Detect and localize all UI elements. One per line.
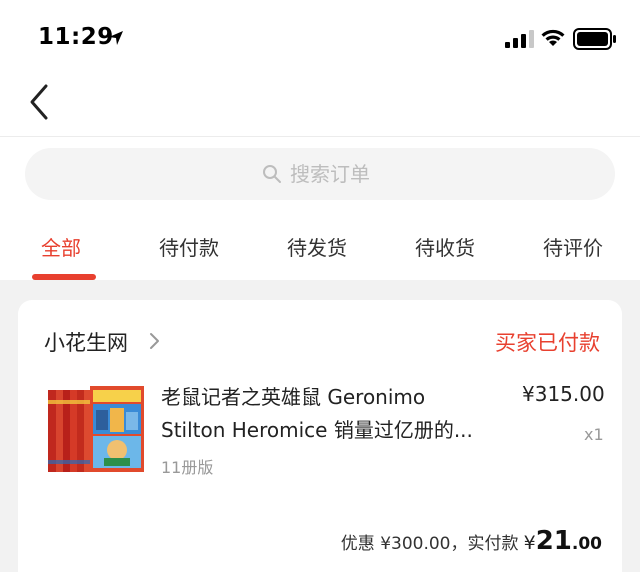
product-title-line-2: Stilton Heromice 销量过亿册的... — [161, 418, 473, 442]
tab-pending-receipt[interactable]: 待收货 — [415, 232, 475, 261]
order-status: 买家已付款 — [495, 331, 600, 355]
product-title-line-1: 老鼠记者之英雄鼠 Geronimo — [161, 385, 426, 409]
tab-all[interactable]: 全部 — [41, 232, 81, 261]
chevron-left-icon — [30, 84, 48, 120]
product-title[interactable]: 老鼠记者之英雄鼠 Geronimo Stilton Heromice 销量过亿册… — [161, 381, 501, 447]
tab-pending-review[interactable]: 待评价 — [543, 232, 603, 261]
product-price: ¥315.00 — [522, 382, 605, 406]
product-image[interactable] — [44, 380, 148, 478]
back-button[interactable] — [24, 82, 60, 122]
search-input[interactable] — [290, 160, 490, 188]
paid-currency: ¥ — [523, 532, 536, 554]
paid-amount-integer: 21 — [535, 526, 572, 556]
shop-name[interactable]: 小花生网 — [44, 327, 128, 357]
wifi-icon — [541, 29, 565, 46]
search-icon — [263, 165, 281, 183]
product-variant: 11册版 — [161, 458, 214, 477]
tab-pending-payment[interactable]: 待付款 — [159, 232, 219, 261]
battery-icon — [573, 28, 616, 50]
chevron-right-icon — [150, 333, 159, 349]
product-quantity: x1 — [584, 425, 604, 444]
order-tabs: 全部 待付款 待发货 待收货 待评价 — [0, 218, 640, 280]
tab-pending-shipment[interactable]: 待发货 — [287, 232, 347, 261]
location-arrow-icon — [109, 31, 123, 45]
nav-divider — [0, 136, 640, 137]
order-summary: 优惠 ¥300.00，实付款 ¥21.00 — [341, 526, 602, 556]
status-bar: 11:29 — [0, 0, 640, 78]
cellular-signal-icon — [505, 30, 534, 48]
status-time: 11:29 — [38, 24, 114, 50]
paid-amount-decimal: .00 — [571, 534, 602, 554]
discount-and-paid-label: 优惠 ¥300.00，实付款 — [340, 534, 519, 554]
